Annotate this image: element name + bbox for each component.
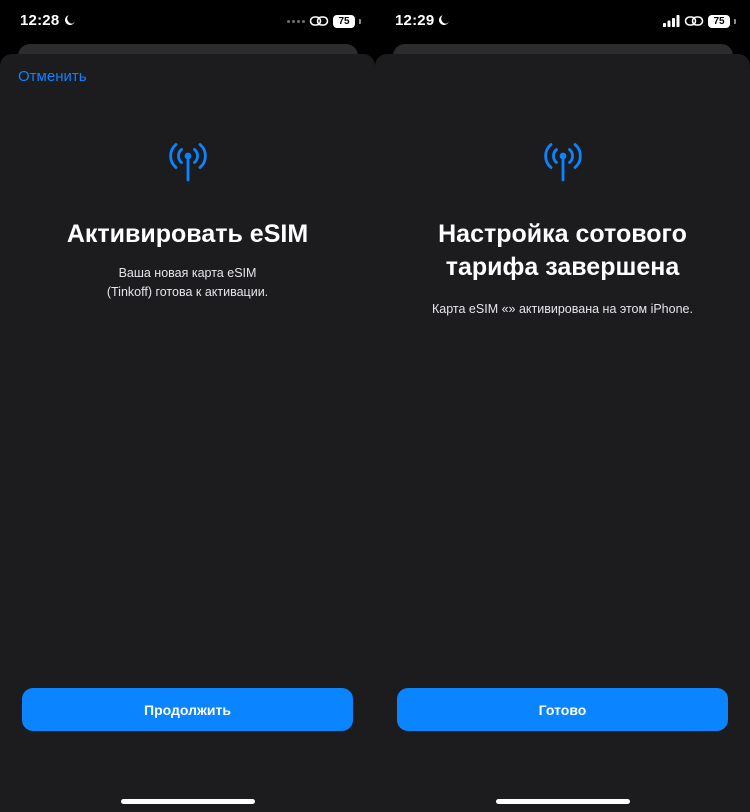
moon-icon	[65, 15, 75, 25]
battery-level: 75	[333, 14, 355, 28]
home-indicator[interactable]	[496, 799, 630, 804]
battery-level: 75	[708, 14, 730, 28]
activate-esim-screen: 12:28 75 Отменить Активировать eSIM Ваша…	[0, 0, 375, 812]
no-signal-icon	[287, 19, 305, 23]
setup-complete-screen: 12:29 75 Настройка сотового тарифа завер…	[375, 0, 750, 812]
page-title: Настройка сотового тарифа завершена	[375, 218, 750, 284]
status-right: 75	[287, 14, 361, 28]
title-line: Активировать eSIM	[66, 220, 309, 248]
title-line: тарифа завершена	[445, 253, 680, 281]
subtitle-line: Карта eSIM «» активирована на этом iPhon…	[432, 302, 693, 316]
antenna-icon	[543, 143, 582, 182]
done-button[interactable]: Готово	[397, 688, 728, 731]
status-bar: 12:29 75	[375, 0, 750, 44]
antenna-icon	[168, 143, 207, 182]
status-right: 75	[663, 14, 736, 28]
cellular-signal-icon	[663, 15, 680, 27]
title-line: Настройка сотового	[438, 220, 687, 248]
home-indicator[interactable]	[121, 799, 255, 804]
page-subtitle: Ваша новая карта eSIM (Tinkoff) готова к…	[0, 264, 375, 302]
status-bar: 12:28 75	[0, 0, 375, 44]
link-icon	[684, 16, 704, 26]
battery-cap	[359, 18, 361, 24]
status-time: 12:28	[20, 12, 60, 29]
page-title: Активировать eSIM	[0, 218, 375, 251]
status-time: 12:29	[395, 12, 435, 29]
moon-icon	[439, 15, 449, 25]
link-icon	[309, 16, 329, 26]
battery-cap	[734, 18, 736, 24]
subtitle-line: Ваша новая карта eSIM	[118, 266, 257, 280]
subtitle-line: (Tinkoff) готова к активации.	[106, 285, 269, 299]
continue-button[interactable]: Продолжить	[22, 688, 353, 731]
cancel-button[interactable]: Отменить	[18, 68, 87, 85]
page-subtitle: Карта eSIM «» активирована на этом iPhon…	[375, 300, 750, 319]
